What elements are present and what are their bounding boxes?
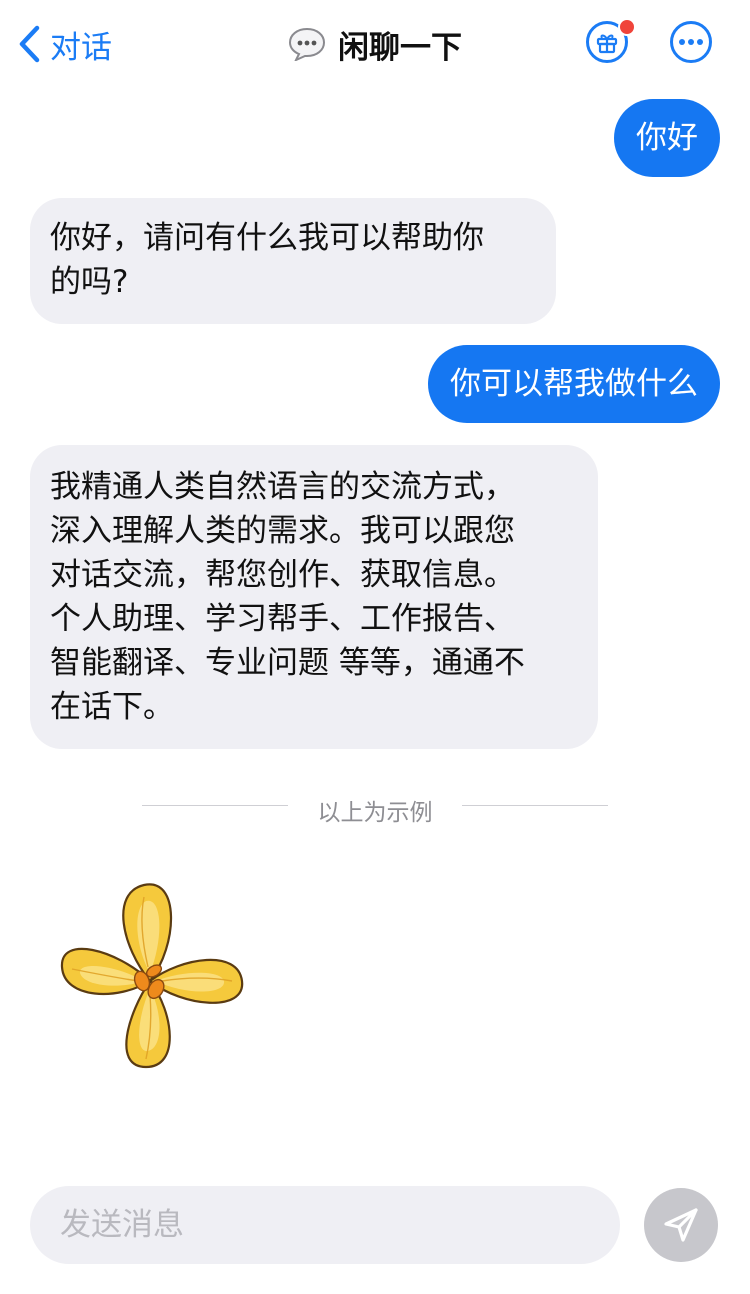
- navigation-bar: 对话 闲聊一下: [0, 0, 750, 90]
- gift-icon: [596, 34, 618, 54]
- example-divider: 以上为示例: [0, 793, 750, 826]
- message-line: 你好，请问有什么我可以帮助你: [50, 220, 484, 256]
- message-line: 深入理解人类的需求。我可以跟您: [50, 513, 515, 549]
- more-button[interactable]: [670, 21, 712, 63]
- message-line: 我精通人类自然语言的交流方式，: [50, 469, 515, 505]
- message-line: 在话下。: [50, 689, 174, 725]
- flower-sticker-icon[interactable]: [52, 877, 248, 1073]
- assistant-message[interactable]: 你好，请问有什么我可以帮助你 的吗?: [30, 198, 556, 324]
- message-text: 你好: [636, 120, 698, 156]
- message-line: 的吗?: [50, 264, 129, 300]
- page-title: 闲聊一下: [338, 29, 462, 66]
- divider-text: 以上为示例: [317, 800, 433, 826]
- message-text: 你可以帮我做什么: [450, 366, 698, 402]
- message-input[interactable]: 发送消息: [30, 1186, 620, 1264]
- user-message[interactable]: 你可以帮我做什么: [428, 345, 720, 423]
- speech-bubble-icon: [288, 27, 326, 61]
- notification-badge: [618, 18, 636, 36]
- user-message[interactable]: 你好: [614, 99, 720, 177]
- message-input-placeholder: 发送消息: [60, 1207, 184, 1243]
- send-icon: [664, 1208, 698, 1242]
- assistant-message[interactable]: 我精通人类自然语言的交流方式， 深入理解人类的需求。我可以跟您 对话交流，帮您创…: [30, 445, 598, 749]
- message-line: 个人助理、学习帮手、工作报告、: [50, 601, 515, 637]
- more-icon: [679, 39, 703, 45]
- message-line: 对话交流，帮您创作、获取信息。: [50, 557, 515, 593]
- message-line: 智能翻译、专业问题 等等，通通不: [50, 645, 525, 681]
- send-button[interactable]: [644, 1188, 718, 1262]
- divider-line: [462, 805, 608, 806]
- page-title-group: 闲聊一下: [0, 22, 750, 66]
